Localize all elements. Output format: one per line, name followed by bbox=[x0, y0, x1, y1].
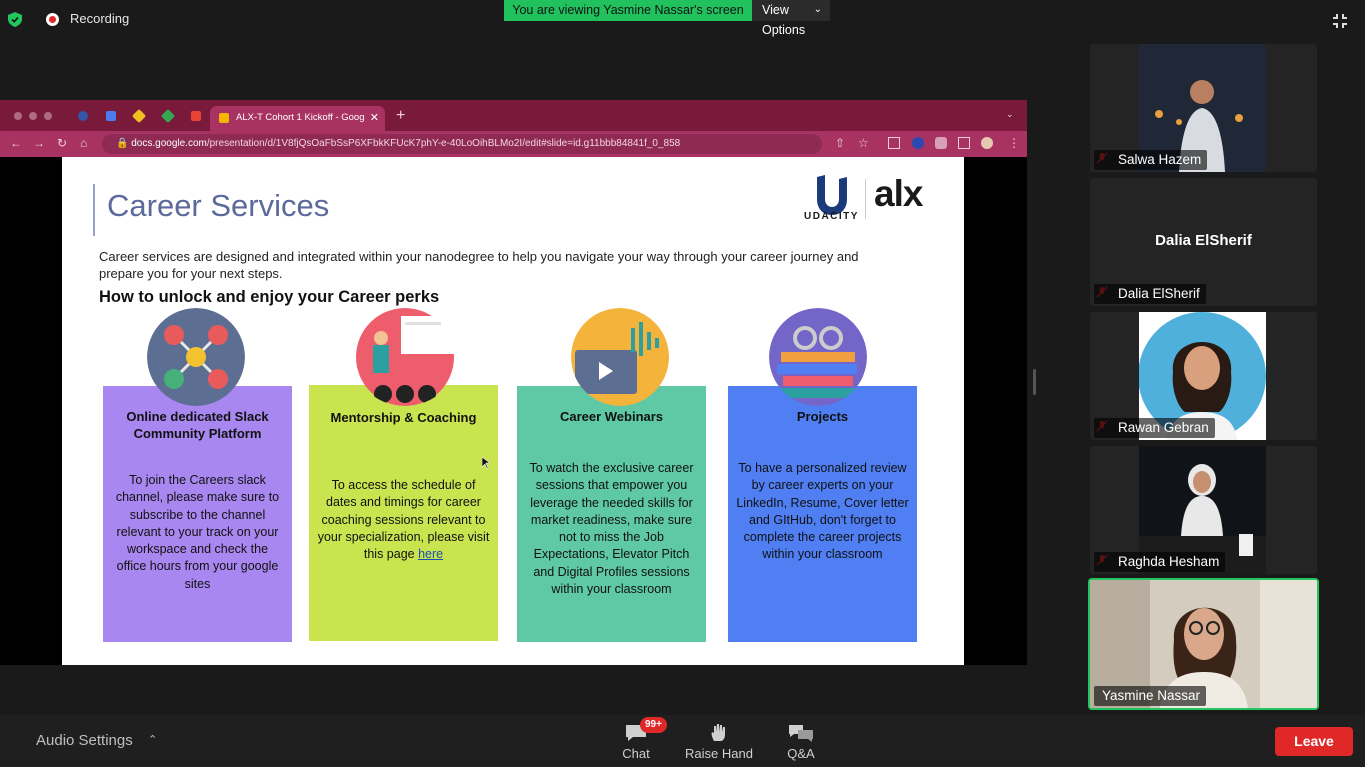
perk-card-mentorship: Mentorship & Coaching To access the sche… bbox=[309, 385, 498, 641]
back-icon[interactable]: ← bbox=[10, 136, 22, 150]
perk-card-title: Mentorship & Coaching bbox=[330, 410, 477, 425]
cast-icon[interactable] bbox=[888, 137, 900, 149]
slides-icon bbox=[219, 113, 229, 123]
participant-tile[interactable]: Salwa Hazem bbox=[1090, 44, 1317, 172]
browser-tab-bar: ALX-T Cohort 1 Kickoff - Goog ✕ + ⌄ bbox=[0, 100, 1027, 131]
perk-card-body: To access the schedule of dates and timi… bbox=[317, 477, 490, 563]
url-path: /presentation/d/1V8fjQsOaFbSsP6XFbkKFUcK… bbox=[206, 138, 681, 149]
webinar-video-icon bbox=[571, 308, 669, 406]
perk-card-title: Projects bbox=[796, 409, 849, 424]
browser-toolbar: 🔒 docs.google.com/presentation/d/1V8fjQs… bbox=[0, 131, 1027, 157]
profile-avatar[interactable] bbox=[981, 137, 993, 149]
url-host: docs.google.com bbox=[131, 138, 207, 149]
participant-name: Rawan Gebran bbox=[1094, 418, 1215, 438]
tab-icon-docs[interactable] bbox=[106, 111, 116, 121]
perk-card-webinars: Career Webinars To watch the exclusive c… bbox=[517, 386, 706, 642]
browser-menu-icon[interactable]: ⋮ bbox=[1008, 136, 1020, 150]
perk-card-body-text: To access the schedule of dates and timi… bbox=[317, 478, 490, 562]
participant-name: Salwa Hazem bbox=[1094, 150, 1208, 170]
qa-icon bbox=[789, 725, 813, 742]
slide-intro: Career services are designed and integra… bbox=[99, 249, 859, 281]
new-tab-icon[interactable]: + bbox=[396, 107, 405, 125]
shared-screen: ALX-T Cohort 1 Kickoff - Goog ✕ + ⌄ 🔒 do… bbox=[0, 100, 1027, 665]
qa-label: Q&A bbox=[787, 746, 815, 761]
tab-icon-drive[interactable] bbox=[131, 108, 147, 124]
perk-card-body: To have a personalized review by career … bbox=[736, 461, 909, 562]
chat-label: Chat bbox=[622, 746, 650, 761]
title-rule bbox=[93, 184, 95, 236]
recording-label: Recording bbox=[70, 11, 130, 26]
participant-name: Dalia ElSherif bbox=[1094, 284, 1206, 304]
recording-icon bbox=[46, 13, 59, 26]
participant-avatar-name: Dalia ElSherif bbox=[1155, 232, 1252, 249]
viewing-screen-banner: You are viewing Yasmine Nassar's screen bbox=[504, 0, 752, 21]
perk-card-body: To join the Careers slack channel, pleas… bbox=[115, 473, 280, 591]
shield-icon[interactable] bbox=[8, 12, 22, 27]
here-link[interactable]: here bbox=[418, 547, 443, 561]
window-close-dot[interactable] bbox=[14, 112, 22, 120]
raise-hand-button[interactable]: Raise Hand bbox=[679, 723, 759, 761]
extension-icon[interactable] bbox=[912, 137, 924, 149]
browser-active-tab[interactable]: ALX-T Cohort 1 Kickoff - Goog ✕ bbox=[210, 106, 385, 131]
tab-search-icon[interactable]: ⌄ bbox=[1006, 109, 1014, 120]
lock-icon: 🔒 bbox=[116, 138, 132, 149]
reload-icon[interactable]: ↻ bbox=[57, 136, 67, 150]
perk-card-slack: Online dedicated Slack Community Platfor… bbox=[103, 386, 292, 642]
active-speaker-tile[interactable]: Yasmine Nassar bbox=[1088, 578, 1319, 710]
exit-fullscreen-icon[interactable] bbox=[1331, 12, 1349, 30]
chat-unread-badge: 99+ bbox=[640, 717, 667, 733]
mentorship-presentation-icon bbox=[356, 308, 457, 406]
slide-subtitle: How to unlock and enjoy your Career perk… bbox=[99, 288, 440, 306]
participant-tile[interactable]: Rawan Gebran bbox=[1090, 312, 1317, 440]
chevron-up-icon[interactable]: ⌃ bbox=[148, 733, 157, 746]
view-options-label: View Options bbox=[762, 3, 806, 37]
perk-card-projects: Projects To have a personalized review b… bbox=[728, 386, 917, 642]
chevron-down-icon: ⌄ bbox=[813, 4, 822, 15]
alx-logo: alx bbox=[874, 173, 923, 214]
participant-tile[interactable]: Raghda Hesham bbox=[1090, 446, 1317, 574]
slide: Career Services UDACITY alx Career servi… bbox=[62, 157, 964, 665]
participant-name: Yasmine Nassar bbox=[1094, 686, 1207, 706]
perk-card-title: Online dedicated Slack Community Platfor… bbox=[126, 409, 269, 441]
community-network-icon bbox=[147, 308, 245, 406]
tab-icon-drive-2[interactable] bbox=[160, 108, 176, 124]
participant-name: Raghda Hesham bbox=[1094, 552, 1226, 572]
udacity-wordmark: UDACITY bbox=[804, 211, 859, 222]
panel-resize-handle[interactable] bbox=[1033, 369, 1036, 395]
leave-button[interactable]: Leave bbox=[1275, 727, 1353, 756]
window-minimize-dot[interactable] bbox=[29, 112, 37, 120]
participant-tile[interactable]: Dalia ElSherif Dalia ElSherif bbox=[1090, 178, 1317, 306]
home-icon[interactable]: ⌂ bbox=[80, 136, 87, 150]
side-panel-icon[interactable] bbox=[958, 137, 970, 149]
close-tab-icon[interactable]: ✕ bbox=[370, 106, 379, 130]
audio-settings-button[interactable]: Audio Settings bbox=[36, 732, 133, 749]
puzzle-icon[interactable] bbox=[935, 137, 947, 149]
active-tab-title: ALX-T Cohort 1 Kickoff - Goog bbox=[236, 112, 365, 123]
raise-hand-icon bbox=[711, 724, 725, 741]
raise-hand-label: Raise Hand bbox=[685, 746, 753, 761]
perk-card-title: Career Webinars bbox=[559, 409, 664, 424]
logo-divider bbox=[865, 179, 866, 219]
tab-icon-circle[interactable] bbox=[78, 111, 88, 121]
slide-title: Career Services bbox=[107, 188, 330, 223]
bookmark-star-icon[interactable]: ☆ bbox=[858, 136, 869, 150]
forward-icon[interactable]: → bbox=[33, 136, 45, 150]
qa-button[interactable]: Q&A bbox=[761, 723, 841, 761]
window-zoom-dot[interactable] bbox=[44, 112, 52, 120]
perk-card-body: To watch the exclusive career sessions t… bbox=[529, 461, 694, 597]
tab-icon-gmail[interactable] bbox=[191, 111, 201, 121]
share-icon[interactable]: ⇧ bbox=[835, 136, 845, 150]
projects-books-icon bbox=[769, 308, 867, 406]
mouse-pointer-icon bbox=[482, 457, 490, 469]
view-options-button[interactable]: View Options ⌄ bbox=[752, 0, 830, 37]
address-bar[interactable]: 🔒 docs.google.com/presentation/d/1V8fjQs… bbox=[102, 134, 822, 154]
meeting-controls-bar: Audio Settings ⌃ Chat 99+ Raise Hand Q&A… bbox=[0, 715, 1365, 767]
